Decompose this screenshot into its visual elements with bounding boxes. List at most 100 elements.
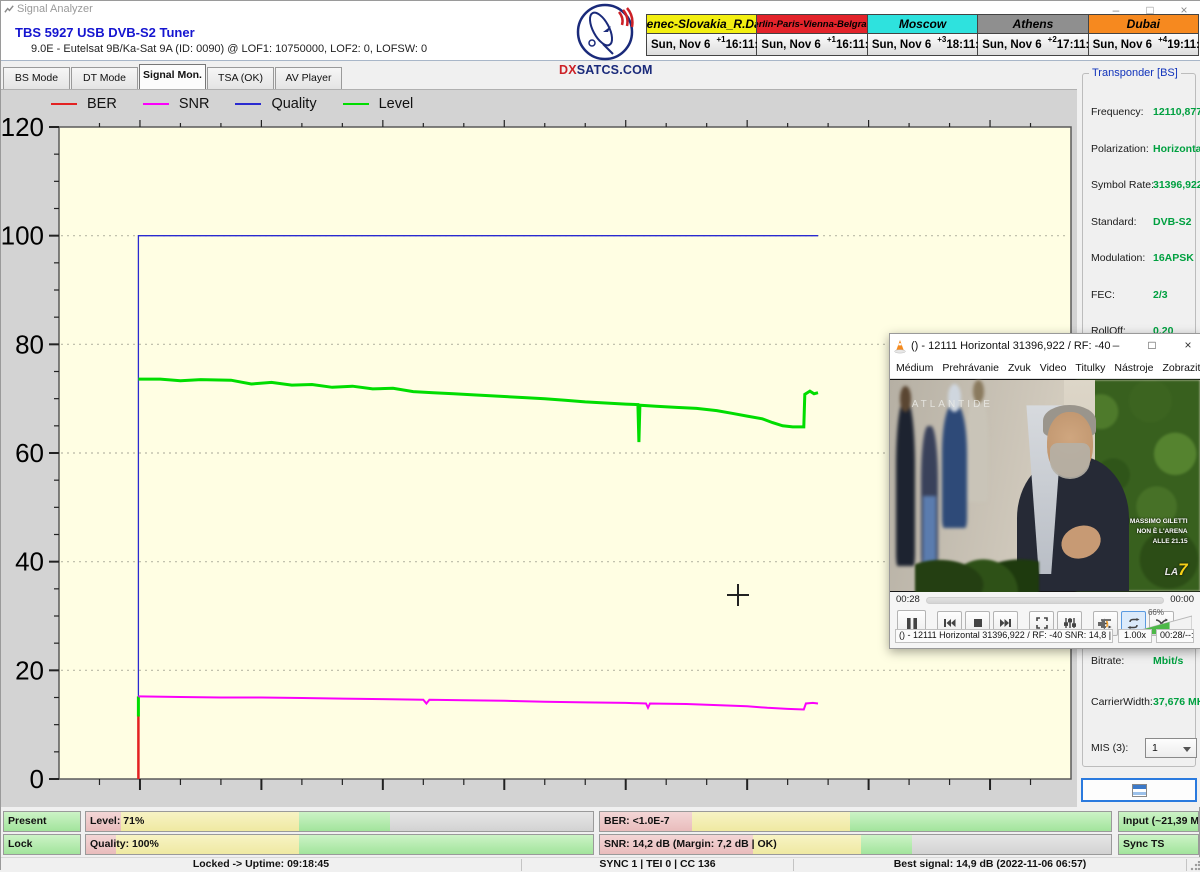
snr-bar: SNR: 14,2 dB (Margin: 7,2 dB | OK)	[599, 834, 1112, 855]
logo-text: DXSATCS.COM	[559, 63, 651, 77]
sync-ts-indicator: Sync TS	[1118, 834, 1199, 855]
vlc-titlebar[interactable]: () - 12111 Horizontal 31396,922 / RF: -4…	[890, 334, 1200, 358]
window-title: Signal Analyzer	[17, 3, 93, 15]
carrierwidth-row: CarrierWidth: 37,676 MHz	[1091, 696, 1195, 710]
vlc-time-elapsed: 00:28	[896, 594, 920, 605]
satellite-dish-icon	[575, 2, 635, 62]
promo-caption: MASSIMO GILETTI NON È L'ARENA ALLE 21.15	[1130, 517, 1188, 546]
svg-text:100: 100	[1, 221, 44, 251]
transponder-row: Modulation:16APSK	[1091, 252, 1195, 266]
bar-segment-green	[850, 812, 1111, 831]
vlc-playback-rate[interactable]: 1.00x	[1118, 629, 1152, 643]
clock-city-label: Athens	[978, 15, 1087, 34]
legend-item-level: Level	[343, 96, 414, 112]
vlc-maximize-button[interactable]: □	[1144, 334, 1160, 357]
vlc-close-button[interactable]: ×	[1180, 334, 1196, 357]
legend-item-quality: Quality	[235, 96, 316, 112]
legend-label: SNR	[179, 96, 210, 112]
signal-status-rows: Present Level: 71% BER: <1.0E-7 Input (~…	[1, 809, 1200, 857]
tab-bs-mode[interactable]: BS Mode	[3, 67, 70, 89]
bar-segment-green	[861, 835, 912, 854]
clock-city-label: Moscow	[868, 15, 977, 34]
legend-item-ber: BER	[51, 96, 117, 112]
transponder-row: Polarization:Horizontal	[1091, 143, 1195, 157]
list-icon	[1132, 784, 1147, 797]
clock-city-label: Dubai	[1089, 15, 1198, 34]
transponder-list-button[interactable]	[1081, 778, 1197, 802]
chevron-down-icon	[1183, 747, 1191, 752]
world-clocks: Lučenec-Slovakia_R.DávidSun, Nov 6+116:1…	[646, 14, 1199, 56]
present-indicator: Present	[3, 811, 81, 832]
tuner-details: 9.0E - Eutelsat 9B/Ka-Sat 9A (ID: 0090) …	[31, 43, 427, 55]
clock-time: Sun, Nov 6+217:11:01	[978, 34, 1087, 55]
clock-time: Sun, Nov 6+318:11:01	[868, 34, 977, 55]
legend-swatch	[343, 103, 369, 105]
clock-time: Sun, Nov 6+116:11:01	[757, 34, 866, 55]
vlc-menu-item[interactable]: Prehrávanie	[942, 362, 999, 374]
input-indicator: Input (~21,39 Mbps)	[1118, 811, 1199, 832]
svg-text:60: 60	[15, 438, 44, 468]
svg-text:20: 20	[15, 655, 44, 685]
tab-tsa-ok-[interactable]: TSA (OK)	[207, 67, 274, 89]
legend-label: Level	[379, 96, 414, 112]
legend-label: BER	[87, 96, 117, 112]
transponder-row: Frequency:12110,877 MHz	[1091, 106, 1195, 120]
vlc-minimize-button[interactable]: –	[1108, 334, 1124, 357]
tab-av-player[interactable]: AV Player	[275, 67, 342, 89]
la7-logo: LA7	[1165, 560, 1188, 580]
tab-signal-mon-[interactable]: Signal Mon.	[139, 64, 206, 89]
clock-column: AthensSun, Nov 6+217:11:01	[978, 15, 1088, 55]
vlc-menu-item[interactable]: Nástroje	[1114, 362, 1153, 374]
vlc-time-display[interactable]: 00:28/--:--	[1156, 629, 1194, 643]
vlc-title: () - 12111 Horizontal 31396,922 / RF: -4…	[911, 340, 1111, 352]
svg-text:0: 0	[30, 764, 44, 794]
chart-legend: BER SNR Quality Level	[51, 96, 413, 112]
vlc-menu-item[interactable]: Titulky	[1075, 362, 1105, 374]
svg-text:80: 80	[15, 329, 44, 359]
vlc-seek-row: 00:28 00:00	[890, 592, 1200, 608]
legend-item-snr: SNR	[143, 96, 210, 112]
channel-watermark: ATLANTIDE	[912, 399, 993, 410]
quality-bar: Quality: 100%	[85, 834, 594, 855]
clock-city-label: Lučenec-Slovakia_R.Dávid	[647, 15, 756, 34]
clock-column: Lučenec-Slovakia_R.DávidSun, Nov 6+116:1…	[647, 15, 757, 55]
bar-segment-yellow	[121, 812, 298, 831]
clock-city-label: Berlin-Paris-Vienna-Belgrade	[757, 15, 866, 34]
vlc-menu-item[interactable]: Zvuk	[1008, 362, 1031, 374]
clock-time: Sun, Nov 6+116:11:01	[647, 34, 756, 55]
vlc-seek-bar[interactable]	[926, 597, 1164, 604]
header: Signal Analyzer – □ × TBS 5927 USB DVB-S…	[1, 1, 1200, 61]
clock-column: Berlin-Paris-Vienna-BelgradeSun, Nov 6+1…	[757, 15, 867, 55]
bar-segment-yellow	[692, 812, 850, 831]
level-bar: Level: 71%	[85, 811, 594, 832]
tab-dt-mode[interactable]: DT Mode	[71, 67, 138, 89]
mis-dropdown[interactable]: 1	[1145, 738, 1197, 758]
app-icon	[4, 4, 15, 15]
vlc-menu-item[interactable]: Video	[1040, 362, 1067, 374]
svg-text:40: 40	[15, 547, 44, 577]
legend-swatch	[51, 103, 77, 105]
vlc-time-total: 00:00	[1170, 594, 1194, 605]
bar-segment-gray	[912, 835, 1111, 854]
dxsatcs-logo: DXSATCS.COM	[559, 2, 651, 84]
vlc-status-text: () - 12111 Horizontal 31396,922 / RF: -4…	[895, 629, 1113, 643]
vlc-menu-item[interactable]: Médium	[896, 362, 933, 374]
lock-indicator: Lock	[3, 834, 81, 855]
video-scene: ATLANTIDE MASSIMO GILETTI NON È L'ARENA …	[890, 380, 1200, 591]
bar-segment-green	[299, 835, 593, 854]
legend-swatch	[235, 103, 261, 105]
vlc-menubar: Médium Prehrávanie Zvuk Video Titulky Nástroj…	[890, 358, 1200, 379]
transponder-title: Transponder [BS]	[1089, 67, 1181, 79]
bitrate-row: Bitrate: Mbit/s	[1091, 655, 1195, 669]
bar-segment-green	[299, 812, 390, 831]
legend-label: Quality	[271, 96, 316, 112]
vlc-menu-item[interactable]: Zobraziť	[1162, 362, 1200, 374]
foreground-plants	[915, 528, 1039, 592]
tab-bar: BS ModeDT ModeSignal Mon.TSA (OK)AV Play…	[3, 63, 343, 89]
vlc-window: () - 12111 Horizontal 31396,922 / RF: -4…	[889, 333, 1200, 649]
vlc-status-row: () - 12111 Horizontal 31396,922 / RF: -4…	[890, 638, 1200, 650]
svg-text:120: 120	[1, 112, 44, 142]
tuner-name: TBS 5927 USB DVB-S2 Tuner	[15, 25, 195, 40]
clock-column: DubaiSun, Nov 6+419:11:01	[1089, 15, 1198, 55]
clock-time: Sun, Nov 6+419:11:01	[1089, 34, 1198, 55]
